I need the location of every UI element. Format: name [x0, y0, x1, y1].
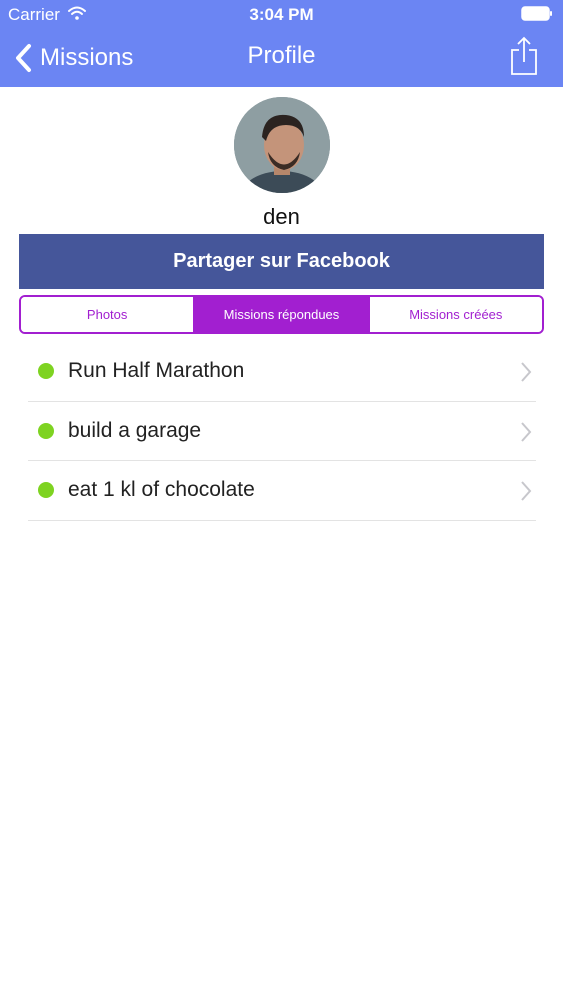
tab-photos[interactable]: Photos: [21, 297, 194, 332]
username: den: [263, 204, 300, 229]
list-item[interactable]: eat 1 kl of chocolate: [28, 461, 536, 521]
tab-missions-created[interactable]: Missions créées: [367, 297, 542, 332]
tab-missions-answered[interactable]: Missions répondues: [193, 297, 368, 332]
header: Carrier 3:04 PM Missions Profile: [0, 0, 563, 87]
share-icon[interactable]: [509, 36, 539, 76]
mission-title: Run Half Marathon: [68, 359, 245, 383]
list-item[interactable]: build a garage: [28, 402, 536, 461]
battery-icon: [521, 6, 552, 21]
status-dot: [38, 422, 54, 439]
chevron-right-icon: [521, 421, 532, 442]
mission-title: eat 1 kl of chocolate: [68, 478, 255, 502]
share-facebook-button[interactable]: Partager sur Facebook: [19, 234, 544, 289]
status-time: 3:04 PM: [249, 5, 314, 24]
status-dot: [38, 363, 54, 380]
avatar[interactable]: [234, 97, 330, 193]
status-dot: [38, 482, 54, 499]
profile-tabs: Photos Missions répondues Missions créée…: [19, 295, 544, 334]
mission-title: build a garage: [68, 418, 202, 442]
chevron-right-icon: [521, 362, 532, 382]
page-title: Profile: [247, 42, 316, 69]
status-bar: Carrier 3:04 PM: [0, 0, 563, 28]
mission-list: Run Half Marathon build a garage eat 1 k…: [28, 342, 536, 521]
nav-bar: Missions Profile: [0, 28, 563, 87]
list-item[interactable]: Run Half Marathon: [28, 342, 536, 402]
chevron-right-icon: [521, 481, 532, 501]
avatar-photo: [234, 97, 330, 193]
